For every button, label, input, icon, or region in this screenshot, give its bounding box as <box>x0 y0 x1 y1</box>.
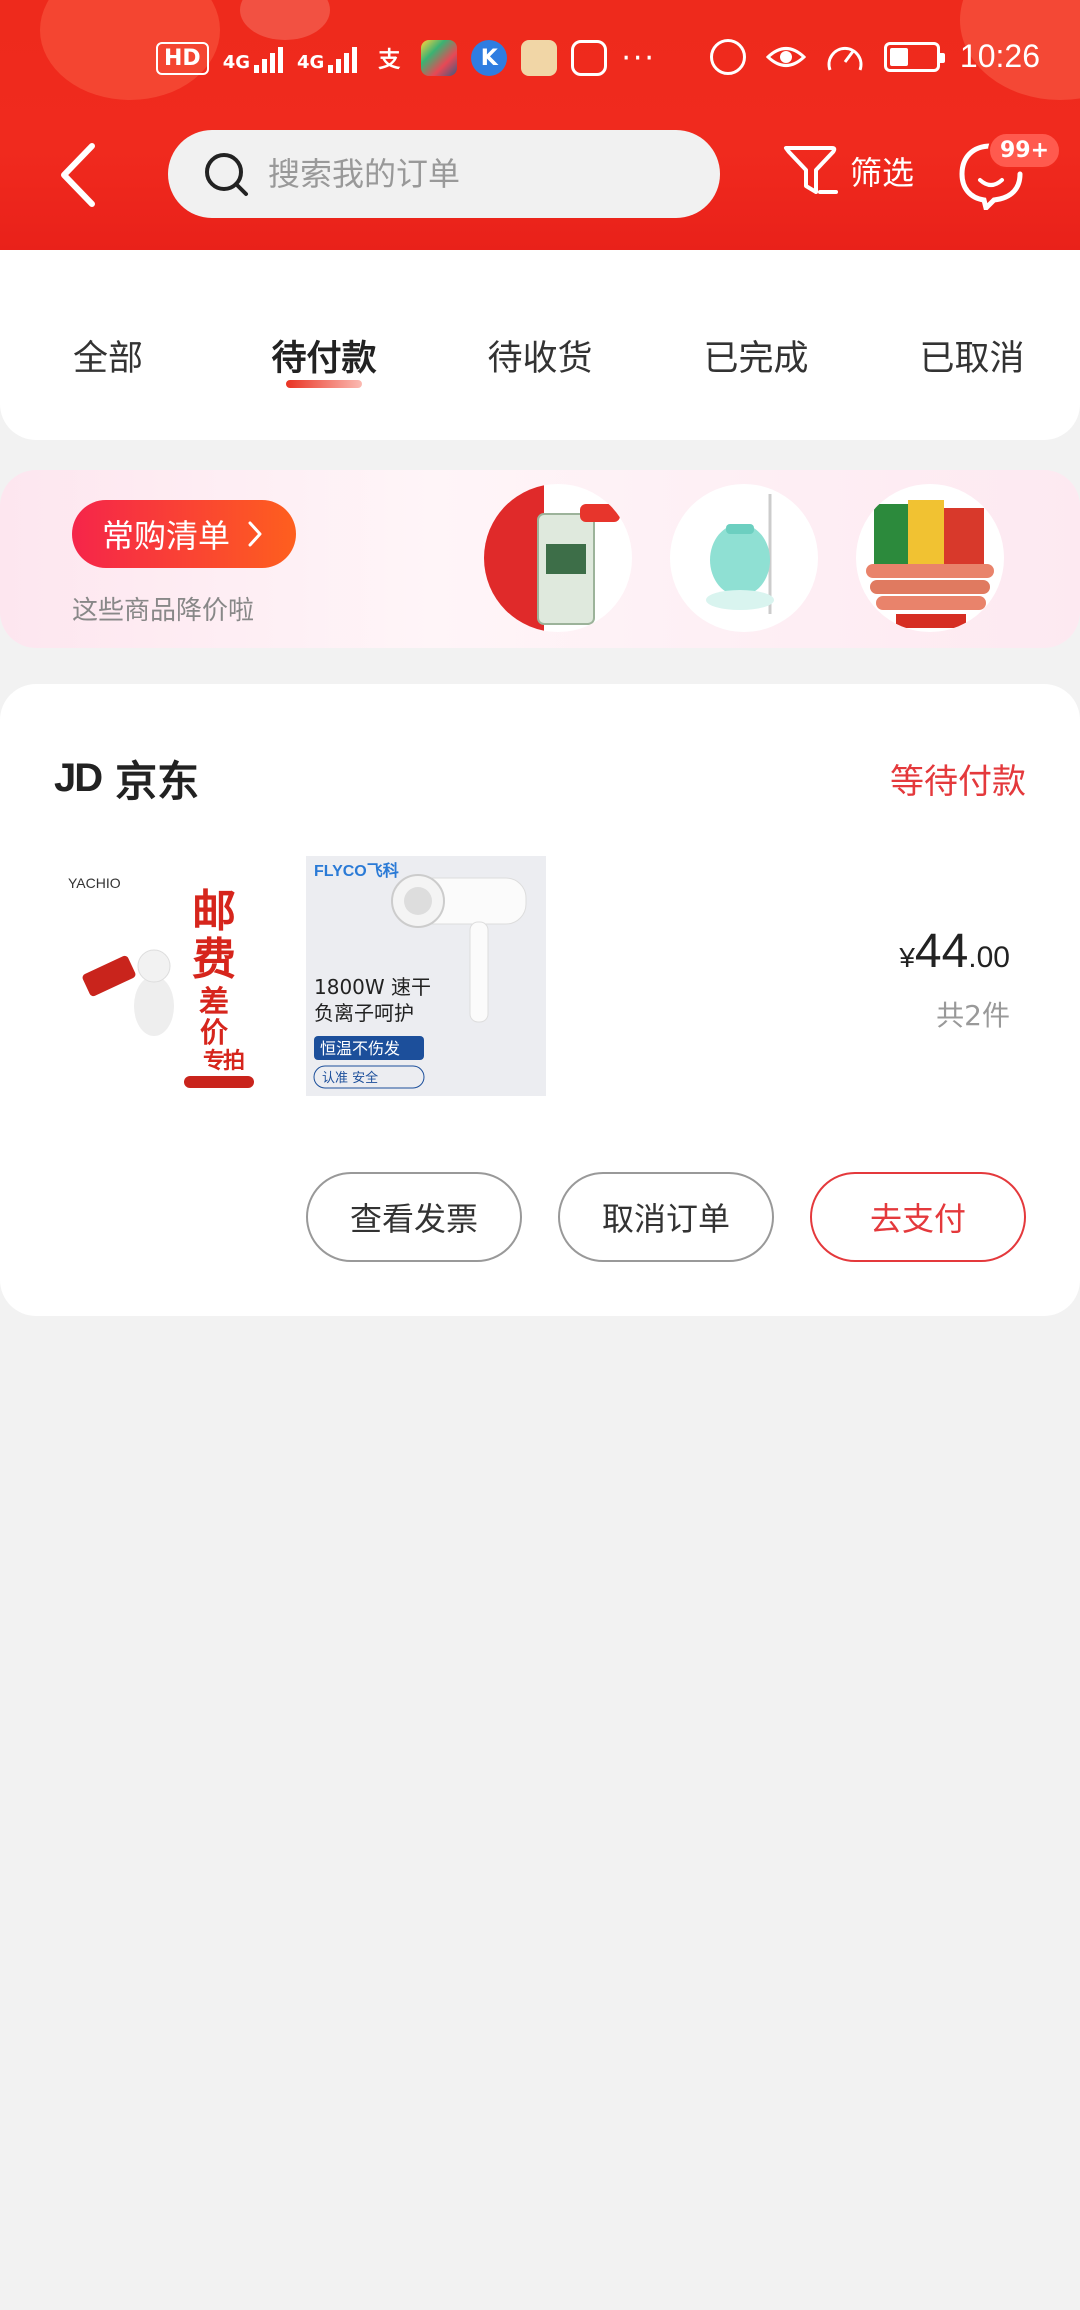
alipay-icon: 支 <box>378 48 401 73</box>
active-tab-indicator <box>286 380 362 388</box>
photos-icon <box>421 40 458 76</box>
product-text-char: 价 <box>200 1016 229 1049</box>
product-brand: YACHIO <box>68 875 121 891</box>
signal-icon <box>254 43 283 73</box>
product-text-char: 差 <box>199 985 229 1020</box>
frequent-purchase-banner[interactable]: 常购清单 这些商品降价啦 <box>0 470 1080 648</box>
rice-bag-image <box>484 484 620 632</box>
tab-completed[interactable]: 已完成 <box>703 330 808 381</box>
tab-pending-receipt[interactable]: 待收货 <box>487 330 592 381</box>
filter-label: 筛选 <box>850 154 915 192</box>
more-notifications-icon: ··· <box>621 40 656 76</box>
product-text-char: 专 <box>203 1048 225 1074</box>
frequent-list-button[interactable]: 常购清单 <box>72 500 297 568</box>
product-image-postage[interactable]: YACHIO 邮 费 差 价 专 拍 <box>54 856 294 1096</box>
filter-button[interactable]: 筛选 <box>780 140 914 202</box>
product-brand: FLYCO飞科 <box>314 861 399 880</box>
hair-dryer-image: FLYCO飞科 1800W 速干 负离子呵护 恒温不伤发 认准 安全 <box>306 856 546 1096</box>
pay-button[interactable]: 去支付 <box>810 1172 1026 1262</box>
battery-icon <box>883 41 945 72</box>
search-input[interactable] <box>268 155 688 193</box>
price-currency: ¥ <box>899 942 915 973</box>
hd-badge: HD <box>156 41 209 75</box>
eye-comfort-icon <box>765 46 806 67</box>
speed-icon <box>827 46 863 71</box>
k-app-icon: K <box>471 40 508 76</box>
nfc-icon <box>709 38 746 75</box>
hand-app-icon <box>571 40 608 76</box>
message-count-badge: 99+ <box>988 132 1062 169</box>
tab-all[interactable]: 全部 <box>73 330 143 381</box>
item-count: 共2件 <box>936 999 1010 1032</box>
tab-pending-payment[interactable]: 待付款 <box>271 330 376 381</box>
rice-bag-thumb[interactable] <box>484 484 632 632</box>
sausage-pack-image <box>866 500 994 628</box>
chevron-right-icon <box>248 521 262 547</box>
product-tag: 认准 安全 <box>322 1070 378 1086</box>
frequent-list-label: 常购清单 <box>102 517 231 555</box>
tab-cancelled[interactable]: 已取消 <box>919 330 1024 381</box>
product-tag: 恒温不伤发 <box>320 1039 400 1058</box>
jd-logo: JD <box>54 756 103 800</box>
search-icon <box>205 153 248 196</box>
product-text-char: 费 <box>192 934 236 985</box>
filter-icon <box>784 146 838 194</box>
sausage-pack-thumb[interactable] <box>856 484 1004 632</box>
product-text-char: 邮 <box>192 886 236 937</box>
product-image-hair-dryer[interactable]: FLYCO飞科 1800W 速干 负离子呵护 恒温不伤发 认准 安全 <box>306 856 546 1096</box>
price-decimal: .00 <box>968 941 1010 974</box>
product-text-line: 负离子呵护 <box>314 1001 414 1025</box>
back-icon[interactable] <box>54 140 104 210</box>
price-integer: 44 <box>914 925 969 978</box>
shop-name: 京东 <box>115 757 200 806</box>
postage-difference-image: YACHIO 邮 费 差 价 专 拍 <box>54 856 294 1096</box>
news-app-icon <box>521 40 558 76</box>
product-text-char: 拍 <box>223 1048 245 1074</box>
clock: 10:26 <box>959 38 1040 74</box>
order-status: 等待付款 <box>890 762 1026 802</box>
order-card[interactable]: JD 京东 等待付款 YACHIO 邮 费 差 价 专 拍 FLYCO飞科 18… <box>0 684 1080 1316</box>
signal-icon <box>328 43 358 73</box>
product-text-line: 1800W 速干 <box>314 975 431 999</box>
order-price: ¥44.00 <box>899 924 1010 979</box>
network-indicator: 4G <box>223 43 283 73</box>
network-indicator-2: 4G <box>297 43 358 73</box>
shop-header[interactable]: JD 京东 <box>54 748 199 809</box>
search-bar[interactable] <box>168 130 720 218</box>
network-type-label: 4G <box>222 52 250 73</box>
status-bar: HD 4G 4G 支 K ··· 10:26 <box>0 30 1080 96</box>
header: HD 4G 4G 支 K ··· 10:26 搜索我的订单 筛选 99+ <box>0 0 1080 250</box>
view-invoice-button[interactable]: 查看发票 <box>306 1172 522 1262</box>
garment-steamer-image <box>706 494 774 614</box>
network-type-label: 4G <box>297 52 325 73</box>
order-tabs: 全部 待付款 待收货 已完成 已取消 <box>0 250 1080 440</box>
cancel-order-button[interactable]: 取消订单 <box>558 1172 774 1262</box>
garment-steamer-thumb[interactable] <box>670 484 818 632</box>
banner-subtitle: 这些商品降价啦 <box>72 596 255 626</box>
